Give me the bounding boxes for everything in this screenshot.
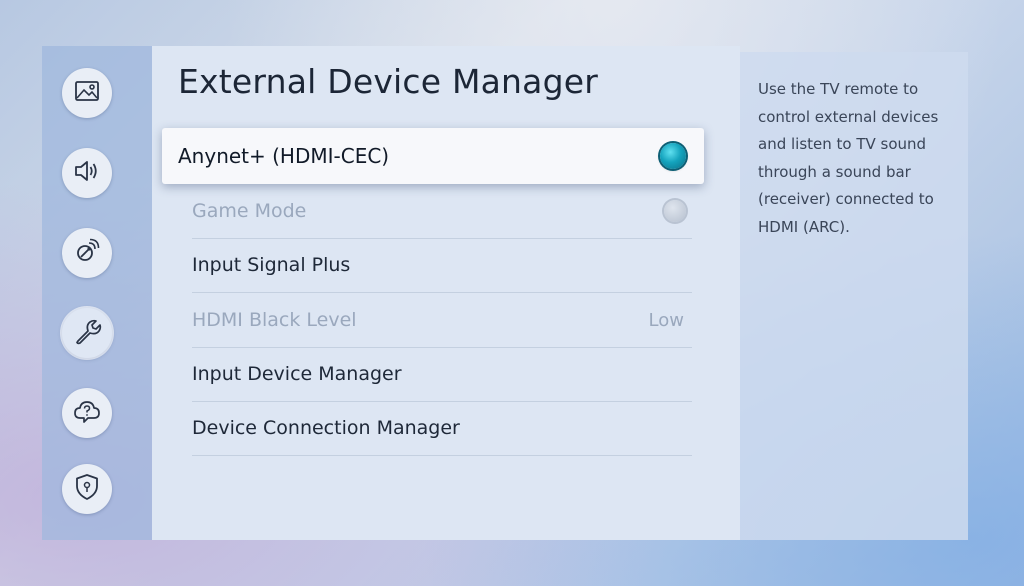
menu-item-anynet[interactable]: Anynet+ (HDMI-CEC) [162,128,704,184]
support-icon [72,396,102,430]
broadcast-icon [72,236,102,270]
sidebar-item-broadcasting[interactable] [62,228,112,278]
settings-panel: External Device Manager Anynet+ (HDMI-CE… [152,46,740,540]
menu-item-device-connection-manager[interactable]: Device Connection Manager [192,401,692,456]
settings-sidebar [42,46,152,540]
wrench-icon [72,316,102,350]
menu-item-label: Input Device Manager [192,363,402,385]
help-description: Use the TV remote to control external de… [758,80,939,236]
sound-icon [72,156,102,190]
privacy-icon [72,472,102,506]
menu-item-label: Device Connection Manager [192,417,460,439]
sidebar-item-general[interactable] [62,308,112,358]
menu-item-game-mode[interactable]: Game Mode [192,184,692,239]
help-panel: Use the TV remote to control external de… [740,52,968,540]
menu-item-value: Low [648,309,684,331]
menu-item-input-device-manager[interactable]: Input Device Manager [192,347,692,402]
picture-icon [72,76,102,110]
menu-item-input-signal-plus[interactable]: Input Signal Plus [192,238,692,293]
sidebar-item-picture[interactable] [62,68,112,118]
menu-item-label: Anynet+ (HDMI-CEC) [178,144,390,168]
page-title: External Device Manager [178,62,599,101]
menu-item-hdmi-black-level[interactable]: HDMI Black Level Low [192,293,692,348]
toggle-on-indicator[interactable] [660,143,686,169]
sidebar-item-support[interactable] [62,388,112,438]
menu-item-label: HDMI Black Level [192,309,357,331]
menu-item-label: Game Mode [192,200,307,222]
toggle-off-indicator[interactable] [664,200,686,222]
sidebar-item-sound[interactable] [62,148,112,198]
sidebar-item-privacy[interactable] [62,464,112,514]
menu-item-label: Input Signal Plus [192,254,351,276]
